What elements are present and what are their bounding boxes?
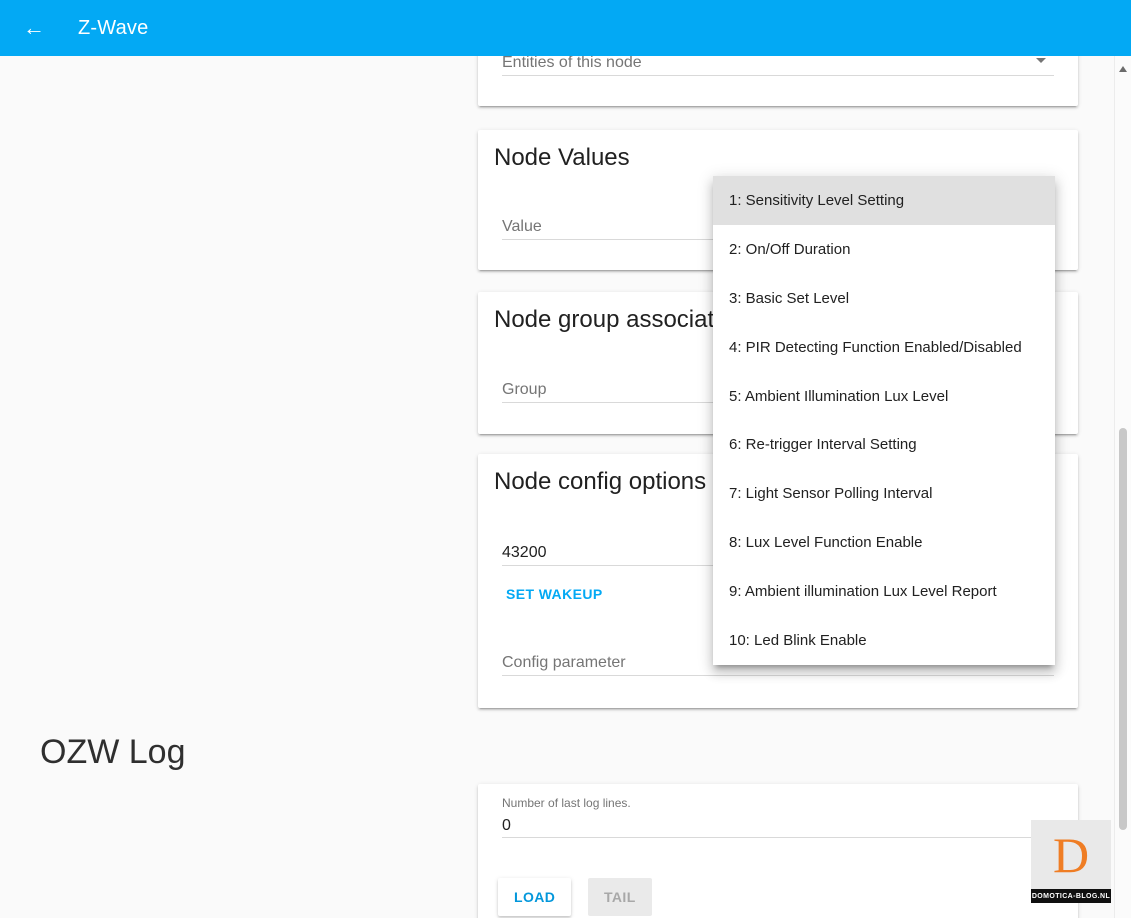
menu-item[interactable]: 3: Basic Set Level (713, 274, 1055, 323)
tail-button[interactable]: TAIL (588, 878, 652, 916)
set-wakeup-button[interactable]: SET WAKEUP (498, 576, 611, 612)
app-bar: ← Z-Wave (0, 0, 1131, 56)
log-lines-input[interactable] (502, 814, 1054, 838)
menu-item[interactable]: 5: Ambient Illumination Lux Level (713, 372, 1055, 421)
zwave-config-page: Node Values Node group associations Node… (0, 0, 1131, 918)
scrollbar-thumb[interactable] (1119, 428, 1127, 830)
node-config-title: Node config options (494, 468, 706, 496)
watermark-letter: D (1053, 830, 1089, 880)
menu-item[interactable]: 10: Led Blink Enable (713, 616, 1055, 665)
scroll-up-arrow-icon[interactable] (1119, 66, 1127, 72)
ozw-log-card: Number of last log lines. LOAD TAIL (478, 784, 1078, 918)
scrollbar-track[interactable] (1114, 56, 1131, 918)
node-values-title: Node Values (494, 144, 630, 172)
watermark: D DOMOTICA-BLOG.NL (1031, 820, 1111, 903)
app-bar-title: Z-Wave (78, 17, 148, 40)
menu-item[interactable]: 1: Sensitivity Level Setting (713, 176, 1055, 225)
menu-item[interactable]: 8: Lux Level Function Enable (713, 518, 1055, 567)
menu-item[interactable]: 4: PIR Detecting Function Enabled/Disabl… (713, 323, 1055, 372)
back-arrow-icon[interactable]: ← (14, 8, 54, 48)
menu-item[interactable]: 6: Re-trigger Interval Setting (713, 420, 1055, 469)
menu-item[interactable]: 7: Light Sensor Polling Interval (713, 469, 1055, 518)
load-button[interactable]: LOAD (498, 878, 571, 916)
ozw-log-title: OZW Log (40, 733, 185, 772)
menu-item[interactable]: 2: On/Off Duration (713, 225, 1055, 274)
log-lines-label: Number of last log lines. (502, 796, 631, 810)
chevron-down-icon[interactable] (1036, 58, 1046, 63)
config-parameter-menu: 1: Sensitivity Level Setting 2: On/Off D… (713, 176, 1055, 665)
watermark-text: DOMOTICA-BLOG.NL (1031, 889, 1111, 903)
watermark-logo: D (1031, 820, 1111, 889)
menu-item[interactable]: 9: Ambient illumination Lux Level Report (713, 567, 1055, 616)
